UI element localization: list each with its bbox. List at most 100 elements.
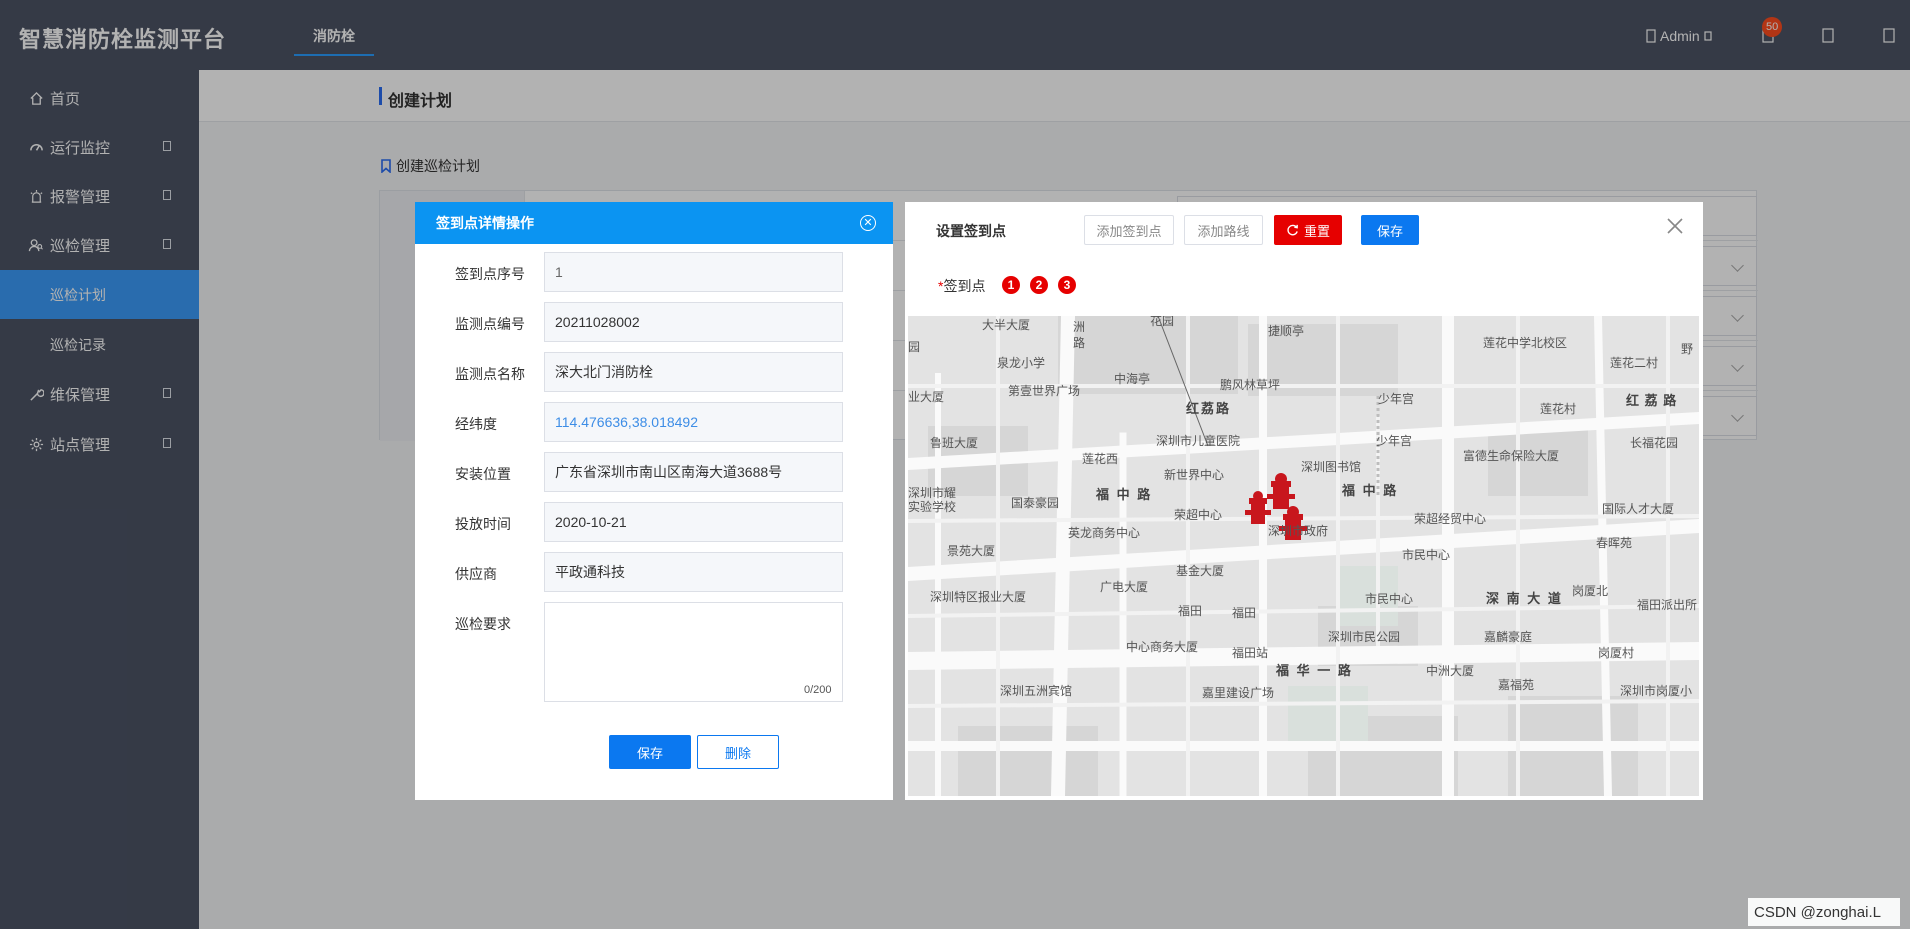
map-label: 业大厦 bbox=[908, 390, 945, 404]
map-label: 新世界中心 bbox=[1164, 468, 1225, 482]
field-code: 监测点编号 bbox=[415, 302, 893, 342]
field-label: 安装位置 bbox=[455, 466, 511, 482]
add-checkpoint-button[interactable]: 添加签到点 bbox=[1084, 215, 1174, 245]
map-label: 市民中心 bbox=[1402, 548, 1451, 562]
field-seq: 签到点序号 bbox=[415, 252, 893, 292]
map-label: 深圳图书馆 bbox=[1301, 460, 1362, 474]
map-road-label: 红 荔 路 bbox=[1626, 393, 1678, 408]
field-label: 经纬度 bbox=[455, 416, 497, 432]
map-label: 英龙商务中心 bbox=[1068, 526, 1141, 540]
map-label: 深圳五洲宾馆 bbox=[1000, 684, 1073, 698]
save-button[interactable]: 保存 bbox=[609, 735, 691, 769]
map-label: 嘉里建设广场 bbox=[1202, 686, 1275, 700]
dialog-header: 签到点详情操作 ✕ bbox=[415, 202, 893, 244]
date-input[interactable] bbox=[544, 502, 843, 542]
map-label: 深圳特区报业大厦 bbox=[930, 590, 1027, 604]
field-coords: 经纬度 bbox=[415, 402, 893, 442]
map-label: 嘉福苑 bbox=[1498, 678, 1535, 692]
seq-input[interactable] bbox=[544, 252, 843, 292]
save-route-button[interactable]: 保存 bbox=[1361, 215, 1419, 245]
map-label: 中心商务大厦 bbox=[1126, 640, 1199, 654]
map-label: 富德生命保险大厦 bbox=[1463, 449, 1560, 463]
map-label: 深圳市政府 bbox=[1268, 524, 1329, 538]
checkpoint-badge-3[interactable]: 3 bbox=[1058, 276, 1076, 294]
code-input[interactable] bbox=[544, 302, 843, 342]
map-label: 捷顺亭 bbox=[1268, 324, 1305, 338]
map-label: 路 bbox=[1073, 336, 1086, 350]
add-route-button[interactable]: 添加路线 bbox=[1184, 215, 1263, 245]
map-label: 泉龙小学 bbox=[997, 356, 1046, 370]
map-label: 莲花村 bbox=[1540, 402, 1577, 416]
supplier-input[interactable] bbox=[544, 552, 843, 592]
requirement-textarea[interactable] bbox=[544, 602, 843, 702]
map-label: 中海亭 bbox=[1114, 372, 1151, 386]
map-label: 景苑大厦 bbox=[947, 544, 996, 558]
map-label: 荣超中心 bbox=[1174, 508, 1223, 522]
map-label: 春晖苑 bbox=[1596, 536, 1633, 550]
map-label: 岗厦村 bbox=[1598, 646, 1635, 660]
map-label: 深圳市民公园 bbox=[1328, 630, 1401, 644]
checkpoints-label: *签到点 bbox=[938, 278, 986, 294]
dialog-title: 签到点详情操作 bbox=[436, 215, 534, 231]
char-counter: 0/200 bbox=[804, 684, 832, 696]
map-label: 大半大厦 bbox=[982, 318, 1031, 332]
field-label: 监测点编号 bbox=[455, 316, 525, 332]
checkpoint-setting-dialog: 设置签到点 添加签到点 添加路线 重置 保存 *签到点 1 2 3 大半大厦 洲… bbox=[905, 202, 1703, 800]
map-label: 莲花二村 bbox=[1610, 356, 1659, 370]
map-road-label: 福 中 路 bbox=[1096, 487, 1153, 502]
reset-label: 重置 bbox=[1303, 223, 1330, 239]
map-label: 莲花中学北校区 bbox=[1483, 336, 1568, 350]
map-label: 洲 bbox=[1073, 320, 1086, 334]
map-label: 长福花园 bbox=[1630, 436, 1679, 450]
map-road-label: 福 华 一 路 bbox=[1276, 663, 1353, 678]
field-label: 监测点名称 bbox=[455, 366, 525, 382]
checkpoint-badge-1[interactable]: 1 bbox=[1002, 276, 1020, 294]
close-icon[interactable]: ✕ bbox=[860, 215, 876, 231]
map-label: 深圳市儿童医院 bbox=[1156, 434, 1241, 448]
field-label: 投放时间 bbox=[455, 516, 511, 532]
field-name: 监测点名称 bbox=[415, 352, 893, 392]
map-label: 荣超经贸中心 bbox=[1414, 512, 1487, 526]
reset-button[interactable]: 重置 bbox=[1274, 215, 1342, 245]
checkpoint-detail-dialog: 签到点详情操作 ✕ 签到点序号 监测点编号 监测点名称 经纬度 安装位置 投放时… bbox=[415, 202, 893, 800]
field-label: 供应商 bbox=[455, 566, 497, 582]
map-view[interactable]: 大半大厦 洲 路 花园 捷顺亭 莲花中学北校区 莲花二村 野 园 泉龙小学 第壹… bbox=[908, 316, 1699, 796]
map-label: 园 bbox=[908, 340, 921, 354]
map-label: 鲁班大厦 bbox=[930, 436, 979, 450]
map-label: 少年宫 bbox=[1378, 392, 1415, 406]
map-label: 少年宫 bbox=[1376, 434, 1413, 448]
map-label: 基金大厦 bbox=[1176, 564, 1225, 578]
map-label: 福田 bbox=[1178, 604, 1203, 618]
dialog-title: 设置签到点 bbox=[936, 223, 1006, 239]
field-date: 投放时间 bbox=[415, 502, 893, 542]
map-label: 鹏风林草坪 bbox=[1220, 378, 1281, 392]
map-label: 中洲大厦 bbox=[1426, 664, 1475, 678]
coords-input[interactable] bbox=[544, 402, 843, 442]
map-label: 第壹世界广场 bbox=[1008, 384, 1081, 398]
close-icon[interactable] bbox=[1665, 216, 1685, 236]
map-label: 福田 bbox=[1232, 606, 1257, 620]
map-label: 市民中心 bbox=[1365, 592, 1414, 606]
map-label: 福田站 bbox=[1232, 646, 1269, 660]
location-input[interactable] bbox=[544, 452, 843, 492]
map-road-label: 福 中 路 bbox=[1342, 483, 1399, 498]
map-label: 实验学校 bbox=[908, 500, 957, 514]
field-supplier: 供应商 bbox=[415, 552, 893, 592]
field-location: 安装位置 bbox=[415, 452, 893, 492]
refresh-icon bbox=[1287, 224, 1298, 235]
watermark: CSDN @zonghai.L bbox=[1748, 898, 1900, 926]
map-label: 莲花西 bbox=[1082, 452, 1119, 466]
map-label: 国泰豪园 bbox=[1011, 496, 1060, 510]
field-label: 巡检要求 bbox=[455, 616, 511, 632]
field-label: 签到点序号 bbox=[455, 266, 525, 282]
map-label: 野 bbox=[1681, 342, 1694, 356]
map-label: 国际人才大厦 bbox=[1602, 502, 1675, 516]
field-requirement: 巡检要求 bbox=[415, 602, 893, 702]
checkpoint-badge-2[interactable]: 2 bbox=[1030, 276, 1048, 294]
name-input[interactable] bbox=[544, 352, 843, 392]
delete-button[interactable]: 删除 bbox=[697, 735, 779, 769]
map-label: 花园 bbox=[1150, 316, 1175, 328]
map-label: 福田派出所 bbox=[1637, 598, 1698, 612]
map-label: 岗厦北 bbox=[1572, 584, 1609, 598]
map-label: 深圳市岗厦小 bbox=[1620, 684, 1693, 698]
